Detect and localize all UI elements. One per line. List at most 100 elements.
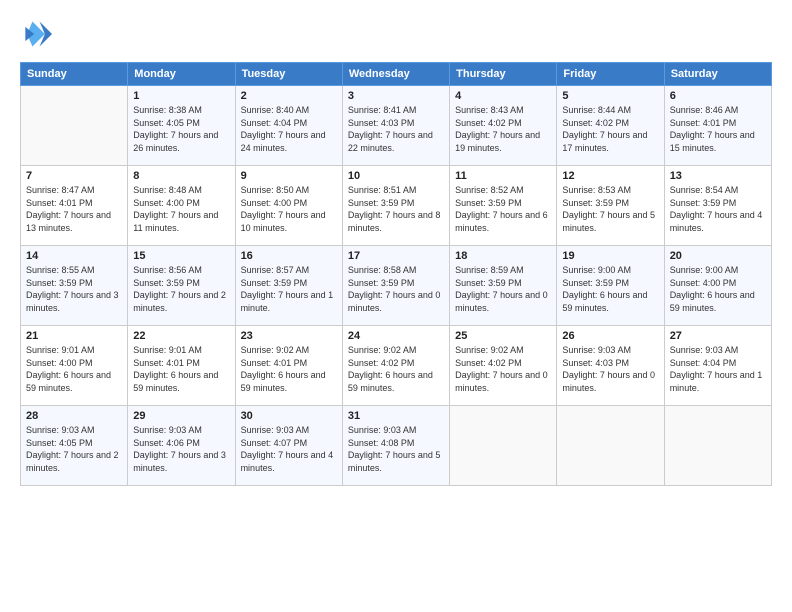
day-detail: Sunrise: 8:59 AMSunset: 3:59 PMDaylight:… (455, 264, 551, 314)
day-number: 13 (670, 170, 766, 182)
day-detail: Sunrise: 9:03 AMSunset: 4:07 PMDaylight:… (241, 424, 337, 474)
calendar-cell: 18 Sunrise: 8:59 AMSunset: 3:59 PMDayligh… (450, 246, 557, 326)
day-detail: Sunrise: 9:00 AMSunset: 4:00 PMDaylight:… (670, 264, 766, 314)
day-number: 2 (241, 90, 337, 102)
week-row-4: 28 Sunrise: 9:03 AMSunset: 4:05 PMDayligh… (21, 406, 772, 486)
calendar-cell: 25 Sunrise: 9:02 AMSunset: 4:02 PMDayligh… (450, 326, 557, 406)
calendar-cell: 12 Sunrise: 8:53 AMSunset: 3:59 PMDayligh… (557, 166, 664, 246)
day-number: 28 (26, 410, 122, 422)
day-detail: Sunrise: 9:00 AMSunset: 3:59 PMDaylight:… (562, 264, 658, 314)
day-detail: Sunrise: 8:43 AMSunset: 4:02 PMDaylight:… (455, 104, 551, 154)
day-number: 23 (241, 330, 337, 342)
day-detail: Sunrise: 8:57 AMSunset: 3:59 PMDaylight:… (241, 264, 337, 314)
day-number: 29 (133, 410, 229, 422)
day-detail: Sunrise: 9:03 AMSunset: 4:05 PMDaylight:… (26, 424, 122, 474)
day-detail: Sunrise: 9:02 AMSunset: 4:02 PMDaylight:… (348, 344, 444, 394)
calendar-cell: 31 Sunrise: 9:03 AMSunset: 4:08 PMDayligh… (342, 406, 449, 486)
calendar-cell: 10 Sunrise: 8:51 AMSunset: 3:59 PMDayligh… (342, 166, 449, 246)
day-number: 24 (348, 330, 444, 342)
day-detail: Sunrise: 9:02 AMSunset: 4:02 PMDaylight:… (455, 344, 551, 394)
calendar-table: SundayMondayTuesdayWednesdayThursdayFrid… (20, 62, 772, 486)
day-number: 5 (562, 90, 658, 102)
day-detail: Sunrise: 8:40 AMSunset: 4:04 PMDaylight:… (241, 104, 337, 154)
day-number: 12 (562, 170, 658, 182)
day-number: 19 (562, 250, 658, 262)
calendar-cell: 23Sunrise: 9:02 AMSunset: 4:01 PMDayligh… (235, 326, 342, 406)
day-number: 17 (348, 250, 444, 262)
day-detail: Sunrise: 9:03 AMSunset: 4:06 PMDaylight:… (133, 424, 229, 474)
calendar-cell: 30Sunrise: 9:03 AMSunset: 4:07 PMDayligh… (235, 406, 342, 486)
calendar-cell: 20 Sunrise: 9:00 AMSunset: 4:00 PMDayligh… (664, 246, 771, 326)
header-cell-wednesday: Wednesday (342, 63, 449, 86)
logo (20, 18, 56, 50)
day-number: 9 (241, 170, 337, 182)
week-row-3: 21 Sunrise: 9:01 AMSunset: 4:00 PMDayligh… (21, 326, 772, 406)
header-cell-sunday: Sunday (21, 63, 128, 86)
header-cell-friday: Friday (557, 63, 664, 86)
calendar-cell: 14 Sunrise: 8:55 AMSunset: 3:59 PMDayligh… (21, 246, 128, 326)
calendar-cell: 6Sunrise: 8:46 AMSunset: 4:01 PMDaylight… (664, 86, 771, 166)
day-detail: Sunrise: 9:01 AMSunset: 4:00 PMDaylight:… (26, 344, 122, 394)
day-detail: Sunrise: 8:53 AMSunset: 3:59 PMDaylight:… (562, 184, 658, 234)
day-detail: Sunrise: 8:56 AMSunset: 3:59 PMDaylight:… (133, 264, 229, 314)
calendar-cell: 2 Sunrise: 8:40 AMSunset: 4:04 PMDaylight… (235, 86, 342, 166)
calendar-cell: 4 Sunrise: 8:43 AMSunset: 4:02 PMDaylight… (450, 86, 557, 166)
day-detail: Sunrise: 8:52 AMSunset: 3:59 PMDaylight:… (455, 184, 551, 234)
calendar-cell: 24 Sunrise: 9:02 AMSunset: 4:02 PMDayligh… (342, 326, 449, 406)
week-row-1: 7 Sunrise: 8:47 AMSunset: 4:01 PMDaylight… (21, 166, 772, 246)
day-detail: Sunrise: 8:58 AMSunset: 3:59 PMDaylight:… (348, 264, 444, 314)
day-number: 16 (241, 250, 337, 262)
header-row: SundayMondayTuesdayWednesdayThursdayFrid… (21, 63, 772, 86)
calendar-cell (450, 406, 557, 486)
day-number: 14 (26, 250, 122, 262)
day-detail: Sunrise: 9:01 AMSunset: 4:01 PMDaylight:… (133, 344, 229, 394)
day-detail: Sunrise: 8:41 AMSunset: 4:03 PMDaylight:… (348, 104, 444, 154)
calendar-cell (664, 406, 771, 486)
calendar-cell: 19 Sunrise: 9:00 AMSunset: 3:59 PMDayligh… (557, 246, 664, 326)
calendar-cell: 9 Sunrise: 8:50 AMSunset: 4:00 PMDaylight… (235, 166, 342, 246)
calendar-cell: 13 Sunrise: 8:54 AMSunset: 3:59 PMDayligh… (664, 166, 771, 246)
logo-icon (20, 18, 52, 50)
day-number: 10 (348, 170, 444, 182)
header-cell-tuesday: Tuesday (235, 63, 342, 86)
day-number: 20 (670, 250, 766, 262)
day-detail: Sunrise: 8:48 AMSunset: 4:00 PMDaylight:… (133, 184, 229, 234)
calendar-cell: 27 Sunrise: 9:03 AMSunset: 4:04 PMDayligh… (664, 326, 771, 406)
day-number: 27 (670, 330, 766, 342)
calendar-cell: 29 Sunrise: 9:03 AMSunset: 4:06 PMDayligh… (128, 406, 235, 486)
header-cell-monday: Monday (128, 63, 235, 86)
day-detail: Sunrise: 8:50 AMSunset: 4:00 PMDaylight:… (241, 184, 337, 234)
day-number: 11 (455, 170, 551, 182)
calendar-cell: 3 Sunrise: 8:41 AMSunset: 4:03 PMDaylight… (342, 86, 449, 166)
calendar-cell: 7 Sunrise: 8:47 AMSunset: 4:01 PMDaylight… (21, 166, 128, 246)
day-number: 3 (348, 90, 444, 102)
week-row-2: 14 Sunrise: 8:55 AMSunset: 3:59 PMDayligh… (21, 246, 772, 326)
calendar-cell: 1 Sunrise: 8:38 AMSunset: 4:05 PMDaylight… (128, 86, 235, 166)
calendar-cell: 5 Sunrise: 8:44 AMSunset: 4:02 PMDaylight… (557, 86, 664, 166)
calendar-cell: 16 Sunrise: 8:57 AMSunset: 3:59 PMDayligh… (235, 246, 342, 326)
day-number: 31 (348, 410, 444, 422)
day-detail: Sunrise: 9:03 AMSunset: 4:08 PMDaylight:… (348, 424, 444, 474)
day-number: 25 (455, 330, 551, 342)
calendar-cell: 21 Sunrise: 9:01 AMSunset: 4:00 PMDayligh… (21, 326, 128, 406)
day-number: 22 (133, 330, 229, 342)
day-number: 7 (26, 170, 122, 182)
day-number: 4 (455, 90, 551, 102)
day-detail: Sunrise: 9:03 AMSunset: 4:04 PMDaylight:… (670, 344, 766, 394)
calendar-cell: 15Sunrise: 8:56 AMSunset: 3:59 PMDayligh… (128, 246, 235, 326)
day-detail: Sunrise: 8:54 AMSunset: 3:59 PMDaylight:… (670, 184, 766, 234)
day-detail: Sunrise: 8:47 AMSunset: 4:01 PMDaylight:… (26, 184, 122, 234)
header-cell-saturday: Saturday (664, 63, 771, 86)
day-number: 21 (26, 330, 122, 342)
day-detail: Sunrise: 9:03 AMSunset: 4:03 PMDaylight:… (562, 344, 658, 394)
day-detail: Sunrise: 8:55 AMSunset: 3:59 PMDaylight:… (26, 264, 122, 314)
header (20, 18, 772, 50)
day-number: 1 (133, 90, 229, 102)
day-detail: Sunrise: 8:44 AMSunset: 4:02 PMDaylight:… (562, 104, 658, 154)
day-detail: Sunrise: 8:51 AMSunset: 3:59 PMDaylight:… (348, 184, 444, 234)
day-number: 26 (562, 330, 658, 342)
day-number: 18 (455, 250, 551, 262)
day-detail: Sunrise: 8:38 AMSunset: 4:05 PMDaylight:… (133, 104, 229, 154)
calendar-cell: 26 Sunrise: 9:03 AMSunset: 4:03 PMDayligh… (557, 326, 664, 406)
day-number: 6 (670, 90, 766, 102)
